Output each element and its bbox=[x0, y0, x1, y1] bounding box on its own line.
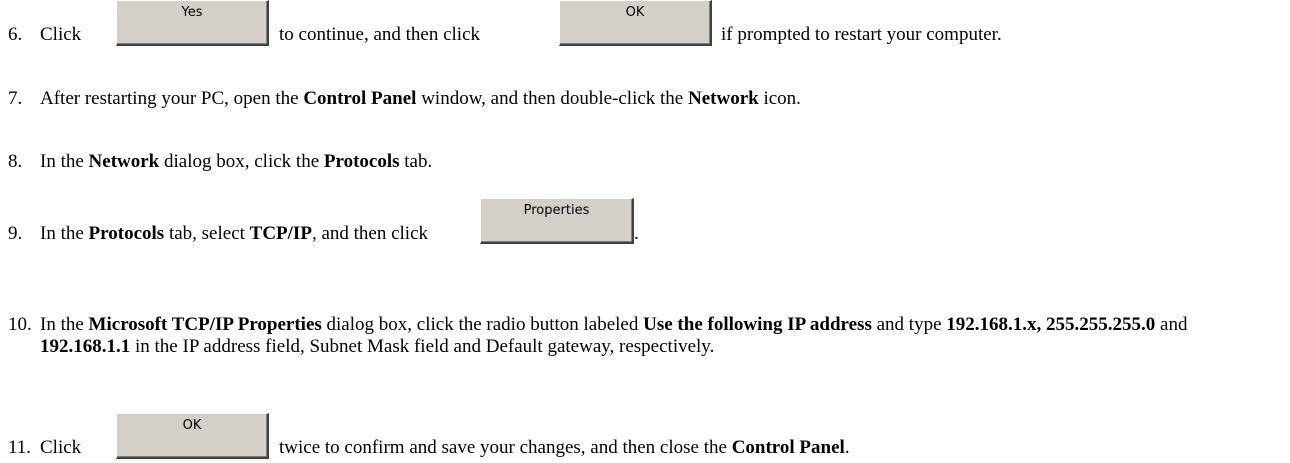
step-7: 7. After restarting your PC, open the Con… bbox=[8, 88, 801, 110]
step-9: 9. In the Protocols tab, select TCP/IP, … bbox=[8, 198, 908, 246]
step-11: 11. Click OK twice to confirm and save y… bbox=[8, 413, 1208, 461]
step-text: In the Network dialog box, click the Pro… bbox=[40, 151, 433, 172]
step-number: 9. bbox=[8, 223, 23, 244]
step-number: 6. bbox=[8, 24, 23, 45]
step-10: 10. In the Microsoft TCP/IP Properties d… bbox=[8, 314, 1258, 358]
properties-button[interactable]: Properties bbox=[480, 198, 634, 244]
ok-button[interactable]: OK bbox=[116, 413, 269, 459]
step-text: Click bbox=[40, 437, 82, 458]
step-text: In the Protocols tab, select TCP/IP, and… bbox=[40, 223, 429, 244]
ok-button[interactable]: OK bbox=[559, 0, 712, 46]
yes-button[interactable]: Yes bbox=[116, 0, 269, 46]
step-number: 10. bbox=[8, 314, 32, 335]
step-text: . bbox=[634, 223, 639, 244]
step-number: 8. bbox=[8, 151, 23, 172]
step-text: Click bbox=[40, 24, 82, 45]
step-text: to continue, and then click bbox=[279, 24, 481, 45]
yes-button-label: Yes bbox=[181, 5, 203, 20]
ok-button-label: OK bbox=[625, 5, 645, 20]
ok-button-label: OK bbox=[182, 418, 202, 433]
step-8: 8. In the Network dialog box, click the P… bbox=[8, 151, 432, 173]
step-number: 11. bbox=[8, 437, 32, 458]
step-number: 7. bbox=[8, 88, 23, 109]
step-text: twice to confirm and save your changes, … bbox=[279, 437, 850, 458]
properties-button-label: Properties bbox=[523, 203, 590, 218]
step-text: In the Microsoft TCP/IP Properties dialo… bbox=[40, 314, 1188, 357]
step-text: After restarting your PC, open the Contr… bbox=[40, 88, 801, 109]
step-text: if prompted to restart your computer. bbox=[721, 24, 1002, 45]
